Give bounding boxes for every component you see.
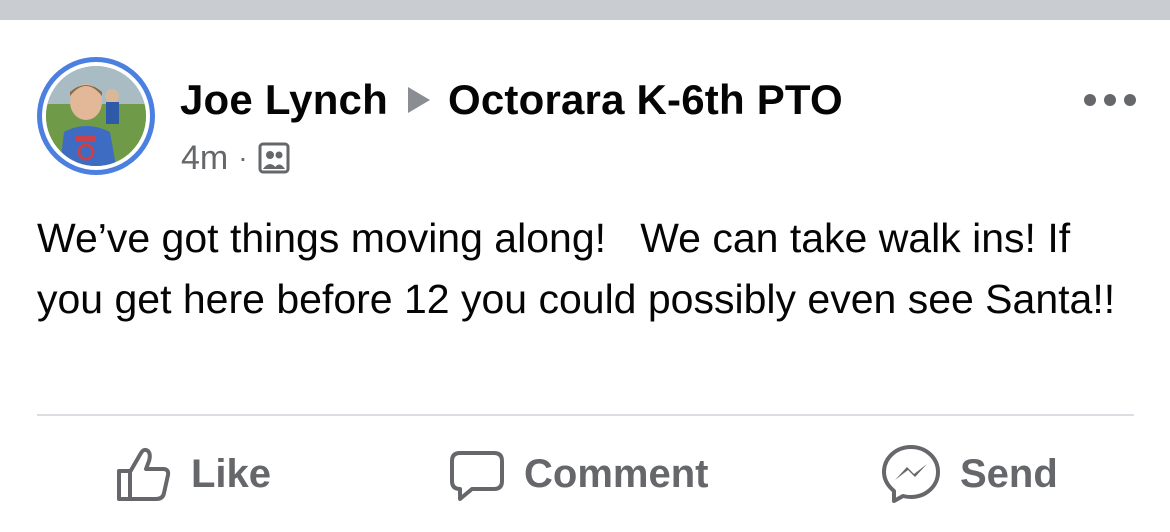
like-label: Like xyxy=(191,451,272,496)
post-card: Joe Lynch Octorara K-6th PTO 4m · We’ve … xyxy=(0,20,1170,532)
send-button[interactable]: Send xyxy=(880,442,1058,506)
feed-separator xyxy=(0,0,1170,20)
comment-button[interactable]: Comment xyxy=(448,442,708,506)
triangle-right-icon xyxy=(407,87,430,113)
comment-icon xyxy=(448,445,524,503)
more-horizontal-icon[interactable] xyxy=(1084,90,1136,110)
meta-separator: · xyxy=(238,142,248,173)
post-meta: 4m · xyxy=(181,138,290,178)
group-name[interactable]: Octorara K-6th PTO xyxy=(448,76,843,124)
post-header: Joe Lynch Octorara K-6th PTO xyxy=(180,76,843,124)
like-button[interactable]: Like xyxy=(115,442,271,506)
post-text: We’ve got things moving along! We can ta… xyxy=(37,215,1116,322)
avatar[interactable] xyxy=(37,57,155,175)
post-timestamp[interactable]: 4m xyxy=(181,138,228,178)
thumbs-up-icon xyxy=(115,445,191,503)
author-name[interactable]: Joe Lynch xyxy=(180,76,388,124)
send-label: Send xyxy=(960,451,1058,496)
avatar-photo xyxy=(46,66,146,166)
action-bar: Like Comment Send xyxy=(0,416,1170,532)
group-icon[interactable] xyxy=(258,142,290,174)
comment-label: Comment xyxy=(524,451,709,496)
messenger-icon xyxy=(880,443,960,505)
